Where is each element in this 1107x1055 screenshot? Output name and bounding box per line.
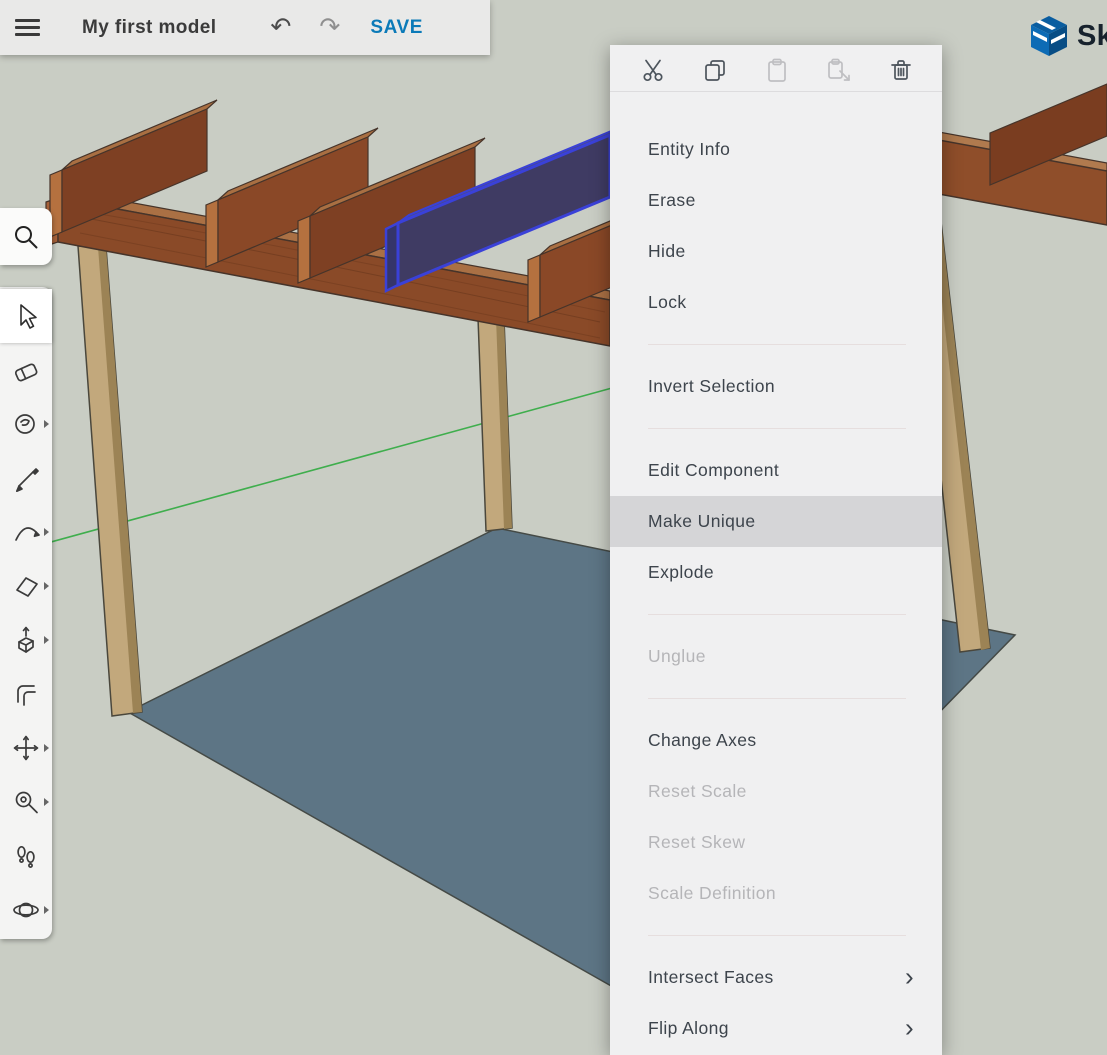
menu-divider	[648, 614, 906, 615]
menu-divider	[648, 344, 906, 345]
left-toolbar	[0, 287, 52, 939]
menu-item-unglue: Unglue	[610, 631, 942, 682]
flyout-caret	[44, 636, 49, 644]
copy-button[interactable]	[702, 57, 728, 83]
flyout-caret	[44, 798, 49, 806]
tool-eraser[interactable]	[0, 343, 52, 397]
menu-item-lock[interactable]: Lock	[610, 277, 942, 328]
flyout-caret	[44, 528, 49, 536]
menu-item-edit-component[interactable]: Edit Component	[610, 445, 942, 496]
menu-divider	[648, 428, 906, 429]
tool-select[interactable]	[0, 289, 52, 343]
paste-clipboard-icon	[764, 57, 790, 83]
menu-item-flip-along[interactable]: Flip Along ›	[610, 1003, 942, 1054]
menu-item-explode[interactable]: Explode	[610, 547, 942, 598]
context-menu: Entity Info Erase Hide Lock Invert Selec…	[610, 45, 942, 1055]
sketchup-logo: Ske	[1028, 14, 1107, 58]
clipboard-icon-row	[610, 45, 942, 92]
delete-button[interactable]	[888, 57, 914, 83]
rectangle-icon	[11, 571, 41, 601]
context-menu-list: Entity Info Erase Hide Lock Invert Selec…	[610, 92, 942, 1054]
push-pull-icon	[11, 625, 41, 655]
orbit-icon	[11, 895, 41, 925]
tool-paint[interactable]	[0, 397, 52, 451]
menu-item-invert-selection[interactable]: Invert Selection	[610, 361, 942, 412]
tool-walk[interactable]	[0, 829, 52, 883]
flyout-caret	[44, 744, 49, 752]
walk-footprints-icon	[11, 841, 41, 871]
tool-arcs[interactable]	[0, 505, 52, 559]
tool-push-pull[interactable]	[0, 613, 52, 667]
tape-measure-icon	[11, 787, 41, 817]
logo-text: Ske	[1077, 20, 1107, 53]
tool-tape-measure[interactable]	[0, 775, 52, 829]
model-title: My first model	[82, 17, 216, 39]
menu-item-make-unique[interactable]: Make Unique	[610, 496, 942, 547]
paint-icon	[11, 409, 41, 439]
pencil-icon	[11, 463, 41, 493]
offset-icon	[11, 679, 41, 709]
top-header-bar: My first model ↶ ↷ SAVE	[0, 0, 490, 55]
tool-move[interactable]	[0, 721, 52, 775]
menu-item-erase[interactable]: Erase	[610, 175, 942, 226]
copy-icon	[702, 57, 728, 83]
save-button[interactable]: SAVE	[370, 17, 423, 39]
submenu-chevron-icon: ›	[905, 961, 914, 992]
select-cursor-icon	[11, 301, 41, 331]
flyout-caret	[44, 906, 49, 914]
submenu-chevron-icon: ›	[905, 1012, 914, 1043]
redo-icon[interactable]: ↷	[319, 15, 340, 40]
trash-icon	[888, 57, 914, 83]
menu-item-label: Flip Along	[648, 1018, 729, 1039]
paste-in-place-icon	[826, 57, 852, 83]
tool-offset[interactable]	[0, 667, 52, 721]
tool-shapes[interactable]	[0, 559, 52, 613]
menu-item-reset-skew: Reset Skew	[610, 817, 942, 868]
menu-item-entity-info[interactable]: Entity Info	[610, 124, 942, 175]
search-button[interactable]	[0, 208, 52, 265]
menu-item-intersect-faces[interactable]: Intersect Faces ›	[610, 952, 942, 1003]
menu-item-reset-scale: Reset Scale	[610, 766, 942, 817]
menu-item-hide[interactable]: Hide	[610, 226, 942, 277]
undo-icon[interactable]: ↶	[270, 15, 291, 40]
arc-icon	[11, 517, 41, 547]
paste-button	[764, 57, 790, 83]
flyout-caret	[44, 420, 49, 428]
menu-item-scale-definition: Scale Definition	[610, 868, 942, 919]
hamburger-icon[interactable]	[15, 14, 40, 40]
scissors-icon	[640, 57, 666, 83]
menu-divider	[648, 698, 906, 699]
tool-orbit[interactable]	[0, 883, 52, 937]
paste-in-place-button	[826, 57, 852, 83]
move-icon	[11, 733, 41, 763]
eraser-icon	[11, 355, 41, 385]
menu-item-change-axes[interactable]: Change Axes	[610, 715, 942, 766]
menu-divider	[648, 935, 906, 936]
flyout-caret	[44, 582, 49, 590]
menu-item-label: Intersect Faces	[648, 967, 774, 988]
tool-line[interactable]	[0, 451, 52, 505]
sketchup-logo-icon	[1028, 14, 1070, 58]
search-icon	[11, 222, 41, 252]
cut-button[interactable]	[640, 57, 666, 83]
